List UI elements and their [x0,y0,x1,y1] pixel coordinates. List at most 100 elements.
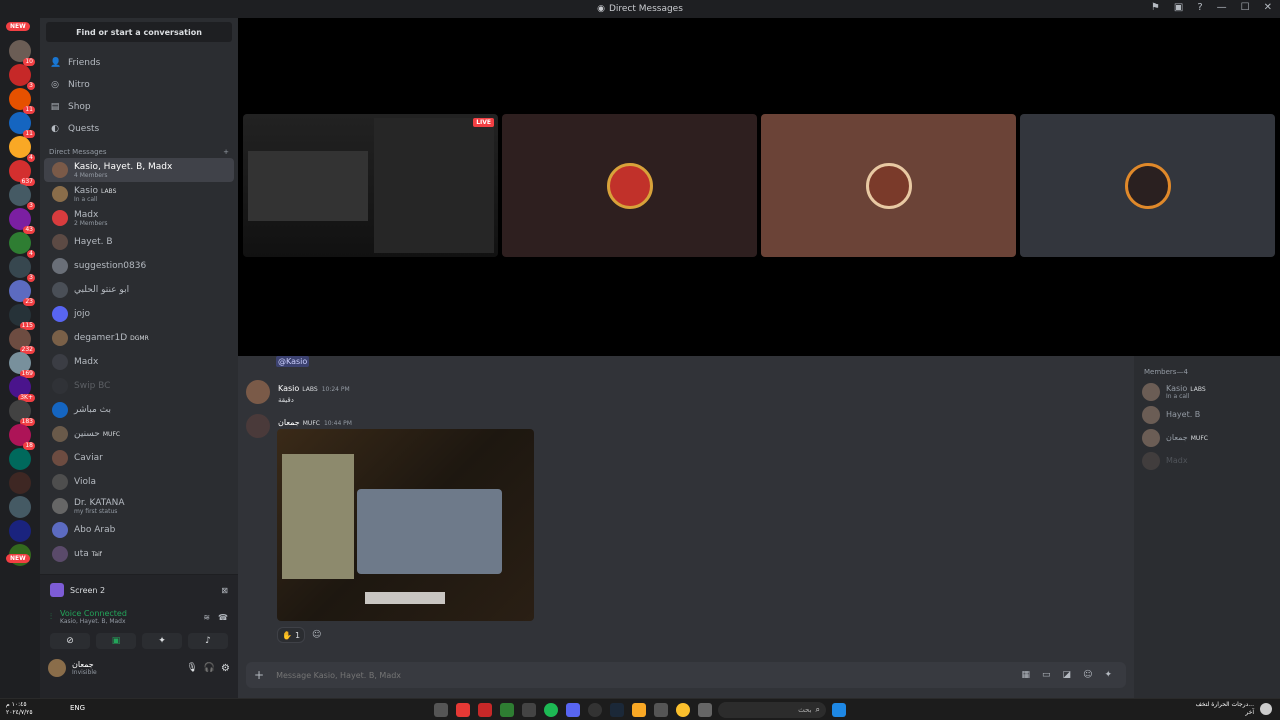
attached-photo[interactable] [277,429,534,621]
chrome-app-icon[interactable] [676,703,690,717]
server-icon[interactable]: 169 [9,352,35,378]
participant-tile-1[interactable] [502,114,757,257]
noise-suppression-icon[interactable]: ≋ [203,613,210,622]
weather-icon[interactable] [1260,703,1272,715]
dm-item[interactable]: Madx [44,350,234,374]
nav-nitro[interactable]: ◎ Nitro [40,74,238,96]
screen-share-button[interactable]: ▣ [96,633,136,649]
dm-item[interactable]: Hayet. B [44,230,234,254]
dm-item[interactable]: حسنين MUFC [44,422,234,446]
xbox-app-icon[interactable] [500,703,514,717]
member-item[interactable]: Madx [1134,449,1280,472]
server-icon[interactable]: 23 [9,280,35,306]
server-icon[interactable]: 11 [9,112,35,138]
maximize-button[interactable]: ☐ [1241,2,1250,13]
gift-icon[interactable]: ▦ [1022,670,1031,680]
server-icon[interactable] [9,448,31,470]
stream-tile[interactable]: LIVE [243,114,498,257]
app-icon[interactable] [698,703,712,717]
dm-item[interactable]: uta Taif [44,542,234,566]
member-item[interactable]: جمعان MUFC [1134,426,1280,449]
chatgpt-app-icon[interactable] [588,703,602,717]
headphones-icon[interactable]: 🎧 [204,663,215,673]
message-input[interactable] [276,670,877,680]
activities-button[interactable]: ✦ [142,633,182,649]
close-button[interactable]: ✕ [1264,2,1272,13]
member-item[interactable]: Kasio LABS In a call [1134,380,1280,403]
minimize-button[interactable]: — [1217,2,1227,13]
server-icon[interactable]: 637 [9,160,35,186]
server-icon[interactable]: 18 [9,424,35,450]
server-icon[interactable]: 4 [9,136,35,162]
dm-item[interactable]: Dr. KATANA my first status [44,494,234,518]
server-icon[interactable]: 3 [9,256,35,282]
server-icon[interactable]: 10 [9,40,35,66]
add-reaction-icon[interactable]: ☺ [312,630,321,640]
sticker-icon[interactable]: ◪ [1063,670,1072,680]
dm-item[interactable]: ابو عنتو الحلبي [44,278,234,302]
voice-status[interactable]: Voice Connected [60,609,127,618]
participant-tile-2[interactable] [761,114,1016,257]
camera-off-button[interactable]: ⊘ [50,633,90,649]
mention-chip[interactable]: @Kasio [276,356,310,367]
stop-share-icon[interactable]: ⊠ [221,586,228,595]
steam-app-icon[interactable] [610,703,624,717]
attach-plus-icon[interactable]: + [254,668,264,682]
server-icon[interactable]: 115 [9,304,35,330]
dm-item[interactable]: Madx 2 Members [44,206,234,230]
server-icon[interactable]: 43 [9,208,35,234]
server-icon[interactable]: 3K+ [9,376,35,402]
server-icon[interactable]: 232 [9,328,35,354]
participant-tile-3[interactable] [1020,114,1275,257]
server-icon[interactable] [9,472,31,494]
settings-app-icon[interactable] [434,703,448,717]
message-author[interactable]: Kasio [278,384,299,393]
discord-app-icon[interactable] [566,703,580,717]
dm-item[interactable]: Kasio LABS In a call [44,182,234,206]
member-item[interactable]: Hayet. B [1134,403,1280,426]
server-icon[interactable]: 11 [9,88,35,114]
help-icon[interactable]: ? [1197,2,1202,13]
message-author[interactable]: جمعان [278,418,300,427]
dm-item[interactable]: degamer1D DGMR [44,326,234,350]
disconnect-icon[interactable]: ☎ [218,613,228,622]
screen-icon[interactable]: ▣ [1174,2,1183,13]
settings-gear-icon[interactable]: ⚙ [221,663,230,674]
clock-time[interactable]: ١٠:٤٥ م [6,701,33,709]
spotify-app-icon[interactable] [544,703,558,717]
youtube-app-icon[interactable] [478,703,492,717]
dm-item[interactable]: Swip BC [44,374,234,398]
server-icon[interactable]: 183 [9,400,35,426]
reaction-wave[interactable]: ✋ 1 [277,627,305,643]
server-icon[interactable]: 3 [9,184,35,210]
taskbar-search[interactable]: بحث ⌕ [718,702,826,718]
server-icon[interactable] [9,520,31,542]
file-explorer-icon[interactable] [632,703,646,717]
server-icon[interactable]: 3 [9,64,35,90]
create-dm-icon[interactable]: + [223,148,229,156]
dm-item[interactable]: Abo Arab [44,518,234,542]
clock-date[interactable]: ٢٠٢٤/٧/٢٥ [6,709,33,717]
dm-item[interactable]: Caviar [44,446,234,470]
server-icon[interactable] [9,496,31,518]
dm-item[interactable]: بث مباشر [44,398,234,422]
message-avatar[interactable] [246,414,270,438]
emoji-icon[interactable]: ☺ [1083,670,1092,680]
nav-shop[interactable]: ▤ Shop [40,96,238,118]
microphone-icon[interactable]: 🎙 [186,663,197,673]
server-icon[interactable]: 4 [9,232,35,258]
dm-item[interactable]: suggestion0836 [44,254,234,278]
start-menu-icon[interactable] [832,703,846,717]
message-avatar[interactable] [246,380,270,404]
dm-item[interactable]: Kasio, Hayet. B, Madx 4 Members [44,158,234,182]
soundboard-button[interactable]: ♪ [188,633,228,649]
language-indicator[interactable]: ENG [70,704,85,712]
gif-icon[interactable]: ▭ [1042,670,1051,680]
store-app-icon[interactable] [654,703,668,717]
dm-item[interactable]: Viola [44,470,234,494]
taskview-icon[interactable] [522,703,536,717]
nav-quests[interactable]: ◐ Quests [40,118,238,140]
user-avatar[interactable] [48,659,66,677]
nav-friends[interactable]: 👤 Friends [40,52,238,74]
dm-item[interactable]: jojo [44,302,234,326]
